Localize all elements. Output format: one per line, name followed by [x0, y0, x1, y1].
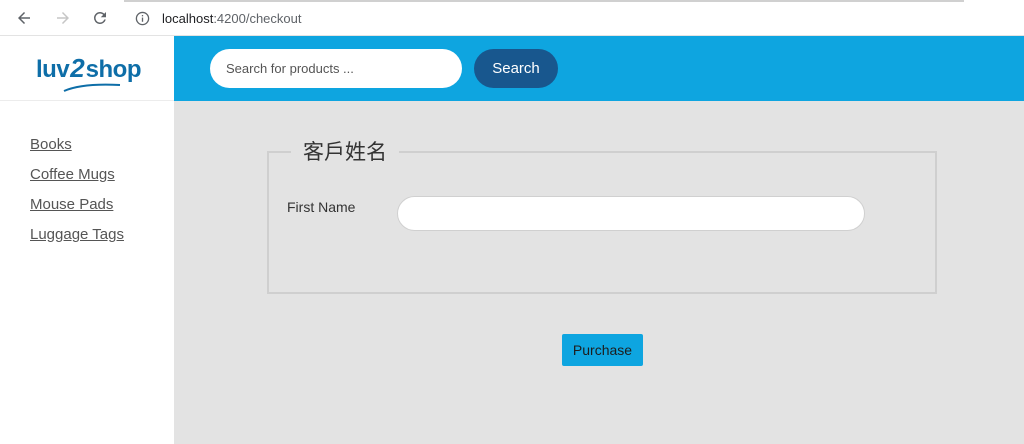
sidebar-item-label[interactable]: Mouse Pads: [30, 196, 113, 213]
purchase-button[interactable]: Purchase: [562, 334, 643, 366]
back-arrow-icon[interactable]: [12, 6, 36, 30]
logo-text-shop: shop: [85, 56, 142, 83]
url-host: localhost: [162, 11, 214, 26]
sidebar-divider: [0, 100, 174, 101]
checkout-main: 客戶姓名 First Name Purchase: [174, 101, 1024, 444]
first-name-label: First Name: [287, 199, 356, 215]
first-name-field[interactable]: [397, 196, 865, 231]
tab-strip-edge: [124, 0, 964, 2]
sidebar-item-books: Books: [30, 136, 124, 155]
browser-toolbar: localhost:4200/checkout: [0, 0, 1024, 36]
fieldset-legend: 客戶姓名: [291, 139, 399, 165]
sidebar-item-luggage-tags: Luggage Tags: [30, 226, 124, 245]
top-header: Search: [174, 36, 1024, 101]
customer-name-fieldset: 客戶姓名 First Name: [267, 139, 937, 294]
logo-swoosh-icon: [63, 83, 121, 92]
sidebar-item-label[interactable]: Coffee Mugs: [30, 166, 115, 183]
url-path: :4200/checkout: [213, 11, 302, 26]
search-button[interactable]: Search: [474, 49, 558, 88]
sidebar: luv 2 shop Books Coffee Mugs Mouse Pads Lu…: [0, 36, 174, 444]
sidebar-item-mouse-pads: Mouse Pads: [30, 196, 124, 215]
info-icon[interactable]: [134, 11, 150, 27]
sidebar-item-coffee-mugs: Coffee Mugs: [30, 166, 124, 185]
brand-logo[interactable]: luv 2 shop: [36, 53, 142, 92]
sidebar-item-label[interactable]: Books: [30, 136, 72, 153]
forward-arrow-icon[interactable]: [51, 6, 75, 30]
logo-text-luv: luv: [36, 56, 70, 83]
sidebar-item-label[interactable]: Luggage Tags: [30, 226, 124, 243]
logo-text-2: 2: [70, 53, 85, 83]
category-menu: Books Coffee Mugs Mouse Pads Luggage Tag…: [30, 136, 124, 256]
reload-icon[interactable]: [88, 6, 112, 30]
search-input[interactable]: [210, 49, 462, 88]
address-bar[interactable]: localhost:4200/checkout: [124, 5, 1004, 32]
